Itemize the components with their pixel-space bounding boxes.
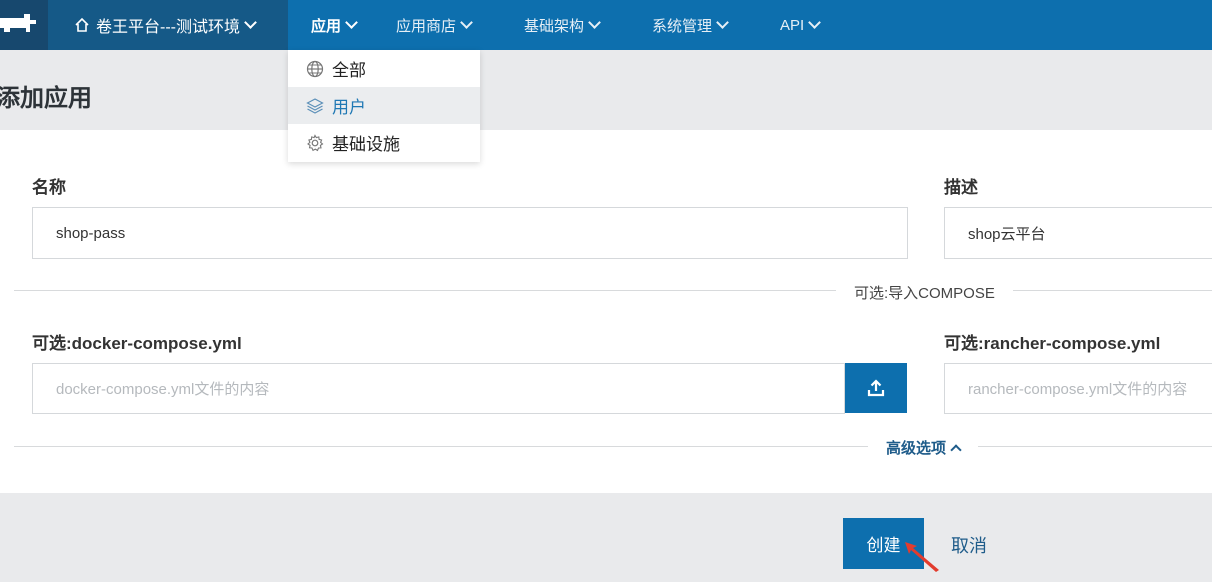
- red-arrow-cursor-icon: [905, 542, 939, 572]
- nav-infrastructure[interactable]: 基础架构: [524, 0, 601, 50]
- dropdown-item-label: 用户: [332, 98, 366, 117]
- dropdown-item-label: 全部: [332, 61, 366, 80]
- environment-label: 卷王平台---测试环境: [96, 19, 240, 36]
- dropdown-item-all[interactable]: 全部: [288, 50, 480, 87]
- dropdown-item-infrastructure[interactable]: 基础设施: [288, 124, 480, 161]
- chevron-down-icon: [716, 16, 729, 29]
- compose-divider-label: 可选:导入COMPOSE: [836, 282, 1013, 303]
- logo[interactable]: [0, 0, 48, 50]
- gear-icon: [307, 133, 324, 151]
- chevron-down-icon: [345, 16, 358, 29]
- name-input[interactable]: shop-pass: [32, 207, 908, 259]
- advanced-options-toggle[interactable]: 高级选项: [868, 437, 979, 458]
- chevron-down-icon: [808, 16, 822, 29]
- nav-admin[interactable]: 系统管理: [652, 0, 729, 50]
- chevron-down-icon: [244, 16, 257, 29]
- nav-infrastructure-label: 基础架构: [524, 17, 585, 35]
- page-title: 添加应用: [0, 85, 92, 112]
- advanced-divider-line: [14, 446, 1212, 447]
- docker-compose-textarea[interactable]: docker-compose.yml文件的内容: [32, 363, 845, 414]
- nav-catalog[interactable]: 应用商店: [396, 0, 473, 50]
- docker-compose-label: 可选:docker-compose.yml: [32, 334, 242, 353]
- cow-logo-icon: [0, 14, 36, 32]
- globe-icon: [306, 60, 324, 77]
- nav-apps[interactable]: 应用: [311, 0, 358, 50]
- rancher-compose-textarea[interactable]: rancher-compose.yml文件的内容: [944, 363, 1212, 414]
- environment-switcher[interactable]: 卷王平台---测试环境: [48, 0, 288, 50]
- upload-button[interactable]: [845, 363, 907, 413]
- chevron-down-icon: [460, 16, 473, 29]
- description-input[interactable]: shop云平台: [944, 207, 1212, 259]
- home-icon: [75, 17, 89, 32]
- chevron-down-icon: [588, 16, 601, 29]
- nav-admin-label: 系统管理: [652, 17, 713, 35]
- form-panel: 名称 shop-pass 描述 shop云平台 可选:导入COMPOSE 可选:…: [0, 130, 1212, 493]
- nav-api-label: API: [780, 16, 805, 34]
- chevron-up-icon: [950, 443, 962, 456]
- dropdown-item-user[interactable]: 用户: [288, 87, 480, 124]
- upload-icon: [867, 379, 885, 397]
- description-label: 描述: [944, 178, 978, 197]
- compose-divider-line: [14, 290, 1212, 291]
- name-label: 名称: [32, 178, 66, 197]
- nav-apps-label: 应用: [311, 17, 342, 35]
- layers-icon: [306, 97, 324, 114]
- dropdown-item-label: 基础设施: [332, 135, 400, 154]
- rancher-compose-label: 可选:rancher-compose.yml: [944, 334, 1161, 353]
- nav-catalog-label: 应用商店: [396, 17, 457, 35]
- top-nav: 卷王平台---测试环境 应用 应用商店 基础架构 系统管理 API: [0, 0, 1212, 50]
- apps-dropdown-menu: 全部 用户 基础设施: [288, 50, 480, 162]
- advanced-options-label: 高级选项: [886, 440, 947, 457]
- cancel-button[interactable]: 取消: [951, 532, 987, 558]
- nav-api[interactable]: API: [780, 0, 822, 50]
